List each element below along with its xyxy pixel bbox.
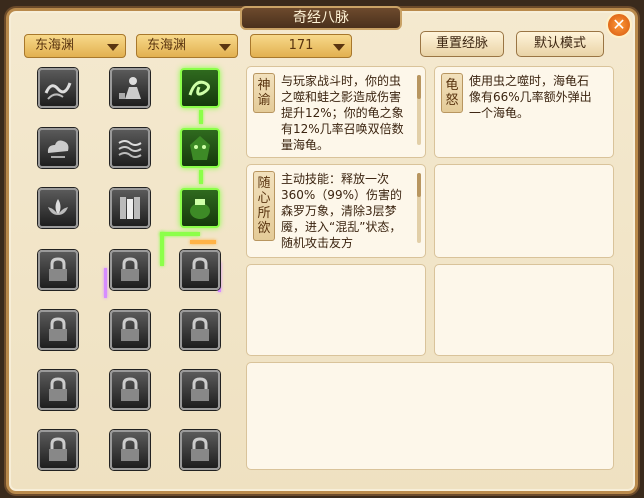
skill-tag-guinu: 龟怒 [441, 73, 463, 113]
scrollbar[interactable] [417, 173, 421, 243]
lock-icon [191, 437, 209, 461]
map-dropdown-2-label: 东海渊 [147, 38, 187, 53]
connector-line [160, 232, 164, 266]
skill-desc-suixin: 主动技能：释放一次360%（99%）伤害的森罗万象，清除3层梦魇，进入“混乱”状… [281, 172, 402, 250]
chevron-down-icon [333, 44, 345, 51]
figure-icon [119, 77, 141, 99]
skill-panel-empty [434, 164, 614, 258]
lock-icon [121, 437, 139, 461]
meridian-node-active[interactable] [180, 188, 220, 228]
swirl-icon [188, 80, 210, 96]
skill-tag-suixin: 随心所欲 [253, 171, 275, 241]
scrollbar[interactable] [417, 75, 421, 145]
connector-line [190, 240, 216, 244]
close-button[interactable]: ✕ [606, 12, 632, 38]
meridian-node-locked[interactable] [180, 310, 220, 350]
meridian-node-locked[interactable] [180, 370, 220, 410]
lock-icon [191, 317, 209, 341]
connector-line [199, 110, 203, 124]
lock-icon [49, 257, 67, 281]
meridian-node-locked[interactable] [38, 310, 78, 350]
skill-panel-empty [246, 264, 426, 356]
lock-icon [191, 377, 209, 401]
meridian-node[interactable] [38, 68, 78, 108]
meridian-node-active[interactable] [180, 68, 220, 108]
meridian-node[interactable] [110, 68, 150, 108]
scrollbar-thumb[interactable] [417, 173, 421, 197]
skill-panel-guinu[interactable]: 龟怒 使用虫之噬时，海龟石像有66%几率额外弹出一个海龟。 [434, 66, 614, 158]
map-dropdown-2[interactable]: 东海渊 [136, 34, 238, 58]
meridian-node[interactable] [38, 128, 78, 168]
meridian-node-locked[interactable] [110, 370, 150, 410]
chevron-down-icon [107, 44, 119, 51]
skill-panel-empty [434, 264, 614, 356]
meridian-node-locked[interactable] [180, 250, 220, 290]
map-dropdown-1-label: 东海渊 [35, 38, 75, 53]
cloud-icon [47, 140, 69, 158]
connector-line [104, 268, 107, 298]
pot-icon [190, 199, 210, 219]
meridian-node[interactable] [110, 128, 150, 168]
level-dropdown-label: 171 [288, 38, 314, 53]
lock-icon [49, 437, 67, 461]
meridian-node-locked[interactable] [110, 430, 150, 470]
meridian-node-locked[interactable] [110, 250, 150, 290]
skill-tag-shenyu: 神谕 [253, 73, 275, 113]
skill-panel-suixin[interactable]: 随心所欲 主动技能：释放一次360%（99%）伤害的森罗万象，清除3层梦魇，进入… [246, 164, 426, 258]
ripple-icon [118, 140, 142, 158]
lock-icon [121, 317, 139, 341]
lock-icon [49, 317, 67, 341]
skill-desc-shenyu: 与玩家战斗时，你的虫之噬和蛙之影造成伤害提升12%；你的龟之象有12%几率召唤双… [281, 74, 404, 151]
reset-meridian-button[interactable]: 重置经脉 [420, 31, 504, 57]
meridian-node-locked[interactable] [180, 430, 220, 470]
meridian-node-locked[interactable] [38, 430, 78, 470]
meridian-node[interactable] [38, 188, 78, 228]
scrollbar-thumb[interactable] [417, 75, 421, 99]
skill-panel-shenyu[interactable]: 神谕 与玩家战斗时，你的虫之噬和蛙之影造成伤害提升12%；你的龟之象有12%几率… [246, 66, 426, 158]
skill-panel-empty [246, 362, 614, 470]
lotus-icon [48, 199, 68, 215]
waterfall-icon [120, 197, 140, 219]
level-dropdown[interactable]: 171 [250, 34, 352, 58]
meridian-node-active[interactable] [180, 128, 220, 168]
window-title: 奇经八脉 [240, 6, 402, 30]
skill-desc-guinu: 使用虫之噬时，海龟石像有66%几率额外弹出一个海龟。 [469, 74, 592, 120]
wave-icon [44, 82, 72, 100]
default-mode-button[interactable]: 默认模式 [516, 31, 604, 57]
chevron-down-icon [219, 44, 231, 51]
lock-icon [121, 377, 139, 401]
meridian-node[interactable] [110, 188, 150, 228]
lock-icon [191, 257, 209, 281]
map-dropdown-1[interactable]: 东海渊 [24, 34, 126, 58]
meridian-node-locked[interactable] [38, 370, 78, 410]
lock-icon [49, 377, 67, 401]
mask-icon [190, 136, 210, 160]
connector-line [199, 170, 203, 184]
lock-icon [121, 257, 139, 281]
meridian-node-locked[interactable] [38, 250, 78, 290]
connector-line [160, 232, 200, 236]
meridian-node-locked[interactable] [110, 310, 150, 350]
